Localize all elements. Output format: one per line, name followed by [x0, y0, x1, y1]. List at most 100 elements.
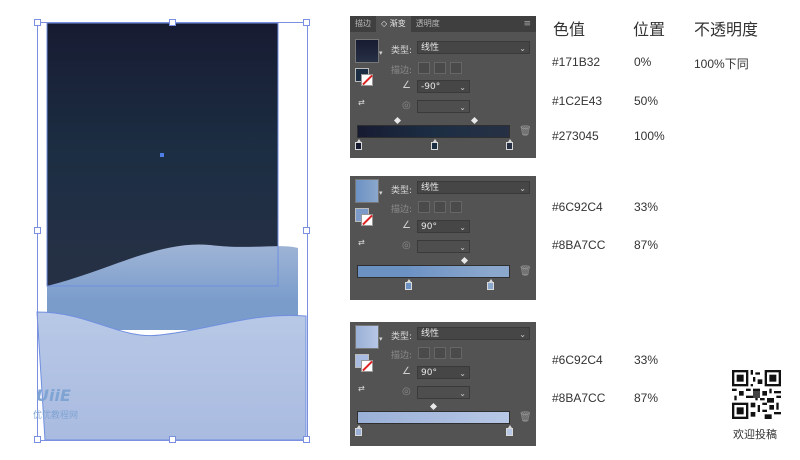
gradient-stop-3[interactable] — [506, 139, 513, 150]
angle-input[interactable]: 90° ⌄ — [417, 220, 470, 233]
aspect-ratio-icon: ◎ — [402, 386, 411, 397]
gradient-swatch[interactable] — [355, 179, 379, 203]
color-value: #8BA7CC — [552, 238, 606, 252]
fill-stroke-icon[interactable] — [355, 354, 373, 372]
stroke-within-button[interactable] — [418, 347, 430, 359]
position-value: 50% — [634, 94, 659, 108]
gradient-stop-2[interactable] — [506, 425, 513, 436]
swatch-dropdown-icon[interactable]: ▾ — [379, 335, 383, 343]
resize-handle-top-left[interactable] — [34, 19, 41, 26]
aspect-ratio-icon: ◎ — [402, 240, 411, 251]
gradient-stop-1[interactable] — [405, 279, 412, 290]
swatch-dropdown-icon[interactable]: ▾ — [379, 189, 383, 197]
gradient-slider-bar[interactable] — [357, 125, 510, 138]
reverse-gradient-icon[interactable]: ⇄ — [358, 238, 370, 248]
fill-stroke-icon[interactable] — [355, 208, 373, 226]
type-label: 类型: — [391, 46, 413, 56]
color-value: #273045 — [552, 129, 599, 143]
gradient-panel-3: ▾ ⇄ 类型: 线性 ⌄ 描边: ∠ 90° ⌄ ◎ ⌄ 🗑 — [350, 322, 536, 446]
gradient-panel-1: 描边 ◇ 渐变 透明度 ≡ ▾ ⇄ 类型: 线性 ⌄ 描边: ∠ -90° ⌄ ◎ … — [350, 16, 536, 158]
tab-stroke[interactable]: 描边 — [350, 16, 376, 32]
angle-icon: ∠ — [402, 366, 411, 377]
resize-handle-top-right[interactable] — [303, 19, 310, 26]
fill-stroke-icon[interactable] — [355, 68, 373, 86]
stroke-label: 描边: — [391, 205, 413, 215]
resize-handle-bottom-right[interactable] — [303, 436, 310, 443]
midpoint-diamond[interactable] — [429, 402, 438, 411]
resize-handle-left[interactable] — [34, 227, 41, 234]
gradient-panel-2: ▾ ⇄ 类型: 线性 ⌄ 描边: ∠ 90° ⌄ ◎ ⌄ 🗑 — [350, 176, 536, 300]
resize-handle-top[interactable] — [169, 19, 176, 26]
color-value: #6C92C4 — [552, 353, 603, 367]
delete-stop-icon[interactable]: 🗑 — [519, 412, 532, 423]
position-value: 87% — [634, 391, 659, 405]
stroke-across-button[interactable] — [450, 201, 462, 213]
swatch-dropdown-icon[interactable]: ▾ — [379, 49, 383, 57]
type-label: 类型: — [391, 332, 413, 342]
aspect-ratio-input: ⌄ — [417, 100, 470, 113]
type-label: 类型: — [391, 186, 413, 196]
center-point — [160, 153, 164, 157]
selection-bounding-box[interactable] — [37, 22, 308, 441]
watermark-logo: UiiE — [36, 386, 71, 405]
gradient-stop-1[interactable] — [355, 139, 362, 150]
delete-stop-icon[interactable]: 🗑 — [519, 266, 532, 277]
qr-code-image — [732, 370, 781, 419]
gradient-slider-bar[interactable] — [357, 265, 510, 278]
color-value: #6C92C4 — [552, 200, 603, 214]
angle-input[interactable]: 90° ⌄ — [417, 366, 470, 379]
tab-transparency[interactable]: 透明度 — [411, 16, 445, 32]
delete-stop-icon[interactable]: 🗑 — [519, 126, 532, 137]
position-value: 33% — [634, 200, 659, 214]
panel-tab-bar: 描边 ◇ 渐变 透明度 ≡ — [350, 16, 536, 32]
resize-handle-bottom-left[interactable] — [34, 436, 41, 443]
angle-icon: ∠ — [402, 80, 411, 91]
aspect-ratio-icon: ◎ — [402, 100, 411, 111]
gradient-swatch[interactable] — [355, 325, 379, 349]
qr-caption: 欢迎投稿 — [733, 428, 777, 441]
midpoint-diamond-2[interactable] — [470, 116, 479, 125]
reverse-gradient-icon[interactable]: ⇄ — [358, 98, 370, 108]
stroke-along-button[interactable] — [434, 201, 446, 213]
type-select[interactable]: 线性 ⌄ — [417, 327, 530, 340]
reverse-gradient-icon[interactable]: ⇄ — [358, 384, 370, 394]
midpoint-diamond-1[interactable] — [393, 116, 402, 125]
color-value: #8BA7CC — [552, 391, 606, 405]
aspect-ratio-input: ⌄ — [417, 386, 470, 399]
panel-menu-icon[interactable]: ≡ — [523, 19, 531, 29]
position-value: 0% — [634, 55, 652, 69]
color-value: #171B32 — [552, 55, 601, 69]
position-value: 100% — [634, 129, 665, 143]
header-opacity: 不透明度 — [694, 20, 759, 39]
type-select[interactable]: 线性 ⌄ — [417, 41, 530, 54]
header-color-value: 色值 — [553, 20, 586, 39]
angle-input[interactable]: -90° ⌄ — [417, 80, 470, 93]
stroke-label: 描边: — [391, 351, 413, 361]
gradient-stop-2[interactable] — [431, 139, 438, 150]
tab-gradient[interactable]: ◇ 渐变 — [376, 16, 411, 32]
angle-icon: ∠ — [402, 220, 411, 231]
stroke-along-button[interactable] — [434, 347, 446, 359]
gradient-slider-bar[interactable] — [357, 411, 510, 424]
stroke-within-button[interactable] — [418, 62, 430, 74]
watermark-text: 优优教程网 — [33, 411, 79, 421]
gradient-stop-1[interactable] — [355, 425, 362, 436]
stroke-within-button[interactable] — [418, 201, 430, 213]
resize-handle-right[interactable] — [303, 227, 310, 234]
opacity-value: 100%下同 — [694, 57, 749, 71]
midpoint-diamond[interactable] — [460, 256, 469, 265]
stroke-along-button[interactable] — [434, 62, 446, 74]
position-value: 87% — [634, 238, 659, 252]
color-value: #1C2E43 — [552, 94, 603, 108]
position-value: 33% — [634, 353, 659, 367]
gradient-stop-2[interactable] — [487, 279, 494, 290]
aspect-ratio-input: ⌄ — [417, 240, 470, 253]
artboard: UiiE 优优教程网 — [0, 0, 330, 460]
stroke-across-button[interactable] — [450, 62, 462, 74]
type-select[interactable]: 线性 ⌄ — [417, 181, 530, 194]
header-position: 位置 — [633, 20, 666, 39]
stroke-across-button[interactable] — [450, 347, 462, 359]
stroke-label: 描边: — [391, 66, 413, 76]
gradient-swatch[interactable] — [355, 39, 379, 63]
resize-handle-bottom[interactable] — [169, 436, 176, 443]
